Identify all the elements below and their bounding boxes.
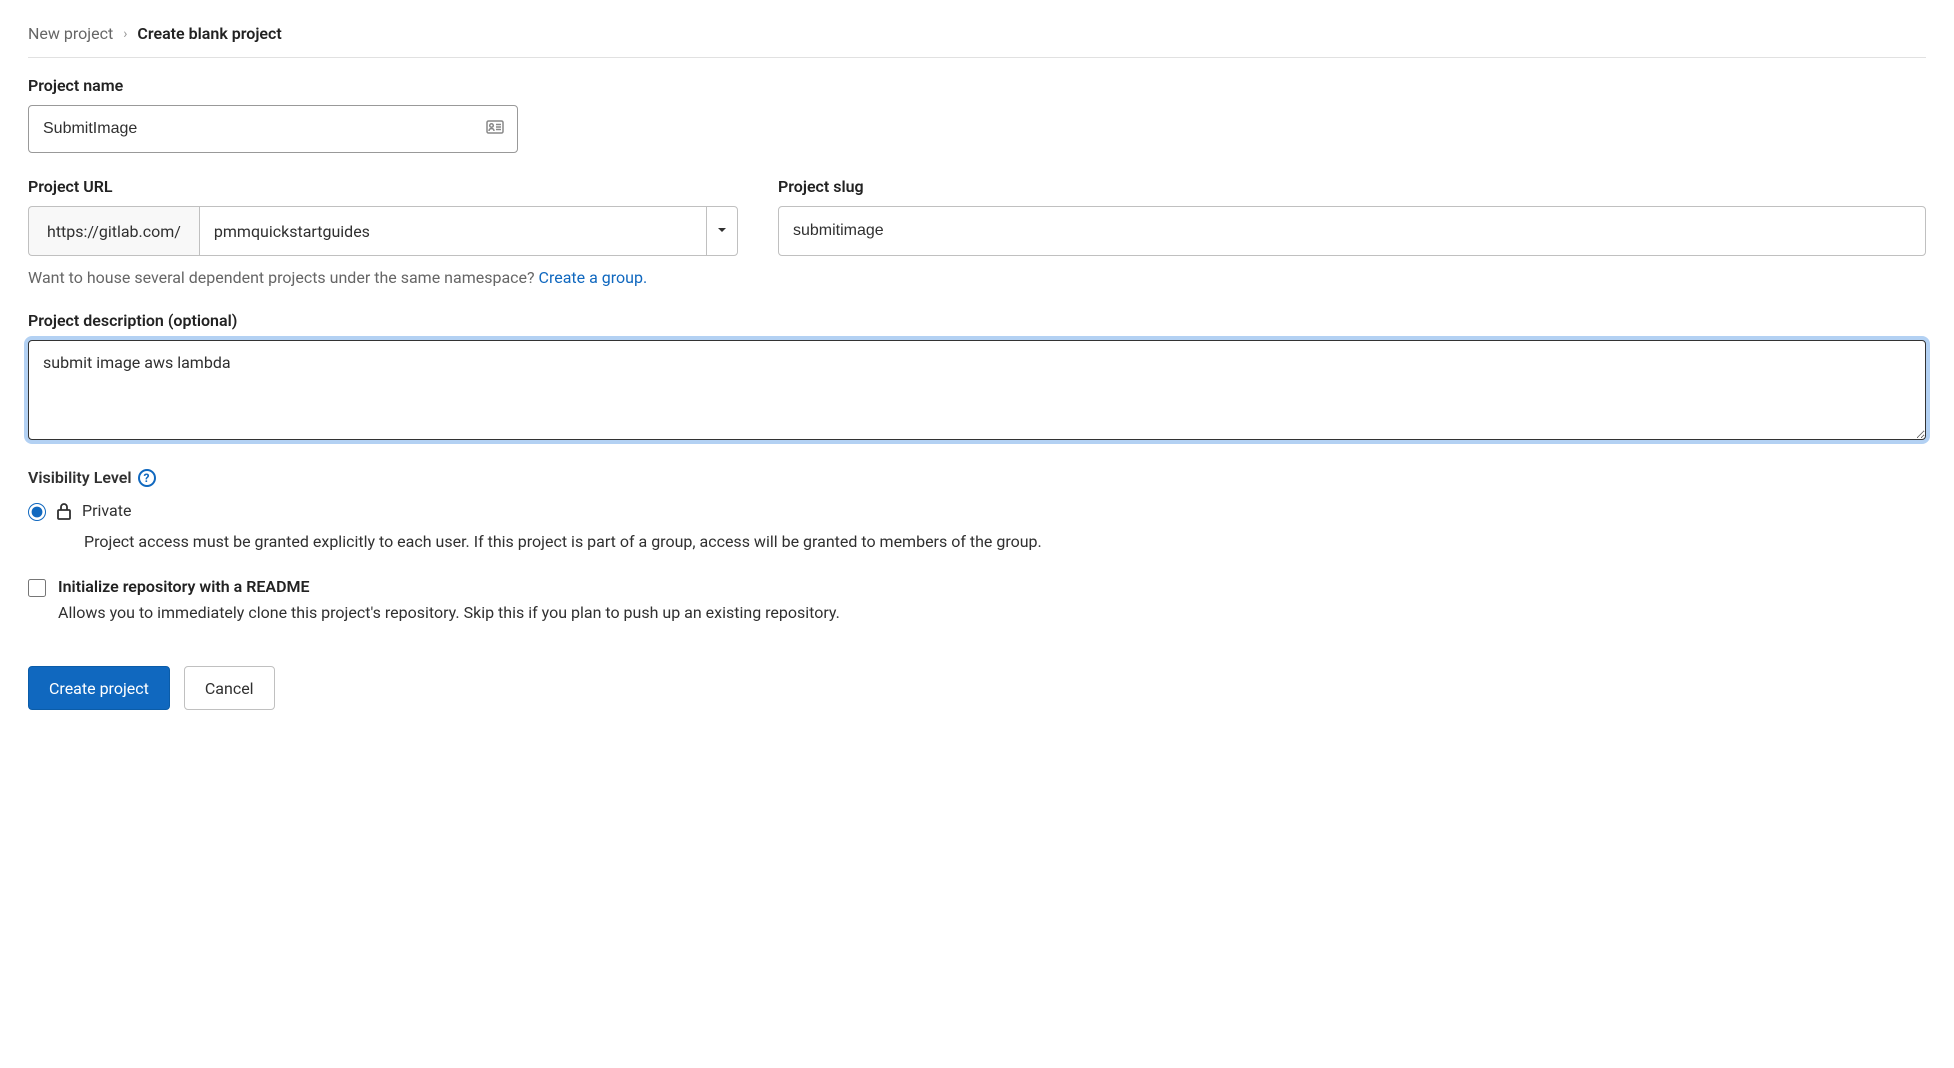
- visibility-label: Visibility Level: [28, 468, 132, 487]
- visibility-group: Visibility Level ? Private Project acces…: [28, 468, 1926, 551]
- description-textarea[interactable]: submit image aws lambda: [28, 340, 1926, 440]
- readme-title: Initialize repository with a README: [58, 577, 310, 596]
- group-hint: Want to house several dependent projects…: [28, 268, 1926, 287]
- description-label: Project description (optional): [28, 311, 1926, 330]
- url-slug-row: Project URL https://gitlab.com/ pmmquick…: [28, 177, 1926, 287]
- chevron-down-icon: [717, 223, 727, 239]
- visibility-private-radio[interactable]: [28, 503, 46, 521]
- readme-checkbox[interactable]: [28, 579, 46, 597]
- namespace-select[interactable]: pmmquickstartguides: [199, 206, 706, 256]
- create-group-link[interactable]: Create a group.: [539, 268, 648, 287]
- project-name-group: Project name: [28, 76, 1926, 153]
- namespace-dropdown-toggle[interactable]: [706, 206, 738, 256]
- readme-desc: Allows you to immediately clone this pro…: [58, 603, 1926, 622]
- project-url-label: Project URL: [28, 177, 738, 196]
- contact-card-icon: [486, 120, 504, 138]
- readme-group: Initialize repository with a README: [28, 577, 1926, 597]
- cancel-button[interactable]: Cancel: [184, 666, 275, 710]
- project-name-label: Project name: [28, 76, 1926, 95]
- group-hint-text: Want to house several dependent projects…: [28, 268, 539, 287]
- breadcrumb-separator: ›: [123, 26, 127, 42]
- project-slug-label: Project slug: [778, 177, 1926, 196]
- breadcrumb: New project › Create blank project: [28, 24, 1926, 58]
- url-prefix: https://gitlab.com/: [28, 206, 199, 256]
- description-group: Project description (optional) submit im…: [28, 311, 1926, 444]
- breadcrumb-current: Create blank project: [137, 24, 281, 43]
- create-project-button[interactable]: Create project: [28, 666, 170, 710]
- button-row: Create project Cancel: [28, 666, 1926, 710]
- help-icon[interactable]: ?: [138, 469, 156, 487]
- project-name-input[interactable]: [28, 105, 518, 153]
- breadcrumb-parent[interactable]: New project: [28, 24, 113, 43]
- lock-icon: [56, 502, 72, 524]
- visibility-private-desc: Project access must be granted explicitl…: [84, 532, 1926, 551]
- visibility-private-title: Private: [82, 501, 131, 520]
- project-slug-input[interactable]: [778, 206, 1926, 256]
